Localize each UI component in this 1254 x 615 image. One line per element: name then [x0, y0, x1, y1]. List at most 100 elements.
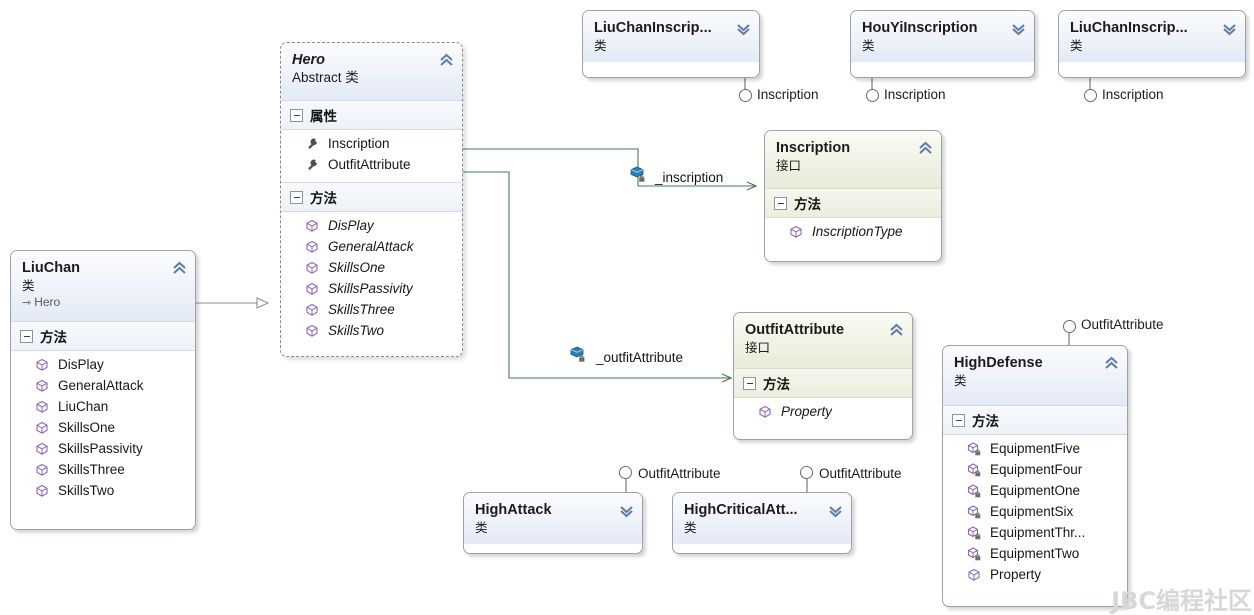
member-row[interactable]: SkillsOne [11, 417, 195, 438]
member-row[interactable]: LiuChan [11, 396, 195, 417]
class-node-liuchaninscription-b[interactable]: LiuChanInscrip... 类 [1058, 10, 1246, 78]
class-node-houyiinscription[interactable]: HouYiInscription 类 [850, 10, 1035, 78]
method-icon [305, 240, 319, 254]
node-kind: 类 [1070, 39, 1083, 53]
chevron-down-icon[interactable] [828, 503, 843, 518]
collapse-toggle-icon[interactable] [290, 108, 303, 122]
member-row[interactable]: Property [943, 564, 1127, 585]
chevron-up-icon[interactable] [439, 53, 454, 68]
member-label: SkillsThree [58, 462, 125, 477]
method-icon [305, 303, 319, 317]
section-header-methods[interactable]: 方法 [11, 321, 195, 351]
method-icon [35, 484, 49, 498]
member-list-methods: DisPlay GeneralAttack LiuChan SkillsOne … [11, 351, 195, 508]
member-row[interactable]: DisPlay [11, 354, 195, 375]
class-node-highdefense[interactable]: HighDefense 类 方法 EquipmentFive Equipment… [942, 345, 1128, 607]
member-label: SkillsOne [328, 260, 386, 275]
member-row[interactable]: SkillsTwo [11, 480, 195, 501]
member-row[interactable]: InscriptionType [765, 221, 941, 242]
member-row[interactable]: Property [734, 401, 912, 422]
chevron-down-icon[interactable] [619, 503, 634, 518]
method-icon [305, 219, 319, 233]
member-label: SkillsTwo [58, 483, 115, 498]
class-node-hero[interactable]: Hero Abstract 类 属性 Inscription OutfitAtt… [280, 42, 463, 357]
member-row[interactable]: SkillsPassivity [281, 278, 462, 299]
node-kind: 类 [475, 521, 488, 535]
member-row[interactable]: EquipmentThr... [943, 522, 1127, 543]
node-header: HighAttack 类 [464, 493, 642, 544]
member-row[interactable]: SkillsThree [281, 299, 462, 320]
node-title: Hero [292, 52, 326, 68]
collapse-toggle-icon[interactable] [952, 413, 965, 427]
member-label: EquipmentThr... [990, 525, 1086, 540]
class-node-liuchan[interactable]: LiuChan 类 ⇾ Hero 方法 DisPlay GeneralAttack [10, 250, 196, 530]
member-label: Property [990, 567, 1042, 582]
section-title: 属性 [310, 109, 337, 124]
section-header-methods[interactable]: 方法 [765, 188, 941, 218]
watermark: JBC编程社区 [1111, 587, 1252, 615]
method-icon [35, 379, 49, 393]
collapse-toggle-icon[interactable] [743, 376, 756, 390]
node-title: Inscription [776, 140, 851, 156]
interface-lollipop-icon [1063, 320, 1076, 333]
member-label: EquipmentOne [990, 483, 1081, 498]
member-row[interactable]: DisPlay [281, 215, 462, 236]
member-label: EquipmentTwo [990, 546, 1080, 561]
member-row[interactable]: SkillsTwo [281, 320, 462, 341]
member-row[interactable]: SkillsThree [11, 459, 195, 480]
class-node-liuchaninscription-a[interactable]: LiuChanInscrip... 类 [582, 10, 760, 78]
member-row[interactable]: GeneralAttack [11, 375, 195, 396]
chevron-down-icon[interactable] [1222, 21, 1237, 36]
chevron-up-icon[interactable] [918, 141, 933, 156]
member-list-methods: DisPlay GeneralAttack SkillsOne SkillsPa… [281, 212, 462, 348]
node-title: HighDefense [954, 355, 1043, 371]
member-row[interactable]: EquipmentFour [943, 459, 1127, 480]
method-icon [305, 282, 319, 296]
method-icon [305, 324, 319, 338]
interface-node-outfitattribute[interactable]: OutfitAttribute 接口 方法 Property [733, 312, 913, 440]
member-row[interactable]: GeneralAttack [281, 236, 462, 257]
member-row[interactable]: EquipmentTwo [943, 543, 1127, 564]
member-row[interactable]: EquipmentSix [943, 501, 1127, 522]
member-label: EquipmentSix [990, 504, 1074, 519]
method-locked-icon [967, 483, 981, 498]
node-header: Inscription 接口 [765, 131, 941, 188]
chevron-down-icon[interactable] [736, 21, 751, 36]
member-row[interactable]: EquipmentFive [943, 438, 1127, 459]
node-header: HighDefense 类 [943, 346, 1127, 405]
class-node-highattack[interactable]: HighAttack 类 [463, 492, 643, 554]
method-icon [35, 442, 49, 456]
member-list-methods: Property [734, 398, 912, 429]
chevron-up-icon[interactable] [889, 323, 904, 338]
collapse-toggle-icon[interactable] [20, 329, 33, 343]
member-row[interactable]: OutfitAttribute [281, 154, 462, 175]
node-kind: 接口 [745, 341, 771, 355]
member-row[interactable]: SkillsOne [281, 257, 462, 278]
base-type-label: Hero [34, 295, 61, 309]
interface-node-inscription[interactable]: Inscription 接口 方法 InscriptionType [764, 130, 942, 262]
method-locked-icon [967, 462, 981, 477]
section-header-methods[interactable]: 方法 [734, 368, 912, 398]
section-header-attributes[interactable]: 属性 [281, 100, 462, 130]
class-node-highcriticalattack[interactable]: HighCriticalAtt... 类 [672, 492, 852, 554]
node-header: LiuChanInscrip... 类 [1059, 11, 1245, 62]
section-title: 方法 [40, 330, 67, 345]
node-kind: 接口 [776, 159, 802, 173]
section-header-methods[interactable]: 方法 [943, 405, 1127, 435]
interface-lollipop-icon [866, 89, 879, 102]
chevron-down-icon[interactable] [1011, 21, 1026, 36]
section-header-methods[interactable]: 方法 [281, 182, 462, 212]
chevron-up-icon[interactable] [172, 261, 187, 276]
collapse-toggle-icon[interactable] [290, 190, 303, 204]
chevron-up-icon[interactable] [1104, 356, 1119, 371]
lollipop-label: Inscription [884, 87, 946, 102]
member-list-methods: EquipmentFive EquipmentFour EquipmentOne… [943, 435, 1127, 592]
member-row[interactable]: EquipmentOne [943, 480, 1127, 501]
collapse-toggle-icon[interactable] [774, 196, 787, 210]
member-label: EquipmentFour [990, 462, 1083, 477]
member-list-methods: InscriptionType [765, 218, 941, 249]
node-header: HouYiInscription 类 [851, 11, 1034, 62]
method-icon [35, 400, 49, 414]
member-row[interactable]: Inscription [281, 133, 462, 154]
member-row[interactable]: SkillsPassivity [11, 438, 195, 459]
